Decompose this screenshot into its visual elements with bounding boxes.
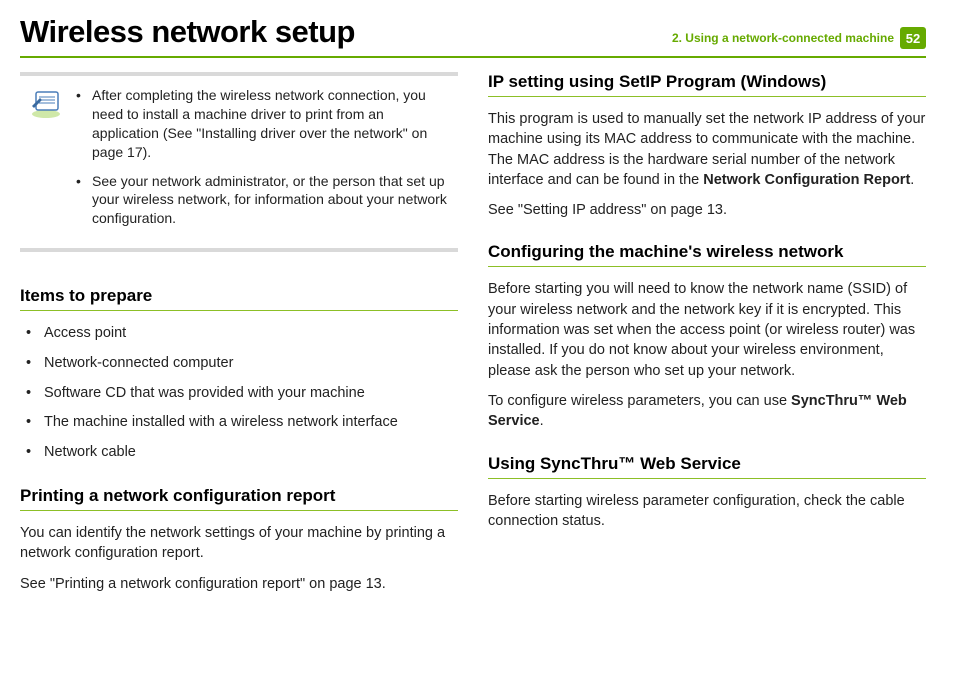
- ip-heading: IP setting using SetIP Program (Windows): [488, 72, 926, 97]
- body-text: See "Printing a network configuration re…: [20, 574, 458, 594]
- note-item: After completing the wireless network co…: [76, 86, 450, 162]
- bold-text: Network Configuration Report: [703, 172, 910, 188]
- print-heading: Printing a network configuration report: [20, 486, 458, 511]
- note-icon: [26, 86, 66, 238]
- document-page: Wireless network setup 2. Using a networ…: [0, 0, 954, 624]
- body-text: Before starting you will need to know th…: [488, 279, 926, 380]
- items-list: Access point Network-connected computer …: [26, 323, 458, 464]
- note-box: After completing the wireless network co…: [20, 72, 458, 252]
- list-item: Network-connected computer: [26, 353, 458, 375]
- ip-section: IP setting using SetIP Program (Windows)…: [488, 72, 926, 220]
- body-text: To configure wireless parameters, you ca…: [488, 391, 926, 432]
- items-heading: Items to prepare: [20, 286, 458, 311]
- body-text: This program is used to manually set the…: [488, 109, 926, 190]
- body-text: Before starting wireless parameter confi…: [488, 491, 926, 532]
- note-list: After completing the wireless network co…: [76, 86, 450, 238]
- page-number-badge: 52: [900, 27, 926, 49]
- syncthru-section: Using SyncThru™ Web Service Before start…: [488, 454, 926, 532]
- header-right: 2. Using a network-connected machine 52: [672, 27, 926, 49]
- list-item: Access point: [26, 323, 458, 345]
- list-item: Software CD that was provided with your …: [26, 383, 458, 405]
- list-item: The machine installed with a wireless ne…: [26, 412, 458, 434]
- right-column: IP setting using SetIP Program (Windows)…: [488, 72, 926, 604]
- configure-section: Configuring the machine's wireless netwo…: [488, 242, 926, 431]
- text-run: .: [910, 172, 914, 188]
- syncthru-heading: Using SyncThru™ Web Service: [488, 454, 926, 479]
- page-title: Wireless network setup: [20, 14, 355, 50]
- configure-heading: Configuring the machine's wireless netwo…: [488, 242, 926, 267]
- text-run: To configure wireless parameters, you ca…: [488, 393, 791, 409]
- note-item: See your network administrator, or the p…: [76, 172, 450, 229]
- left-column: After completing the wireless network co…: [20, 72, 458, 604]
- list-item: Network cable: [26, 442, 458, 464]
- chapter-label: 2. Using a network-connected machine: [672, 31, 894, 45]
- body-text: You can identify the network settings of…: [20, 523, 458, 564]
- content-columns: After completing the wireless network co…: [20, 72, 926, 604]
- body-text: See "Setting IP address" on page 13.: [488, 200, 926, 220]
- text-run: .: [540, 413, 544, 429]
- page-header: Wireless network setup 2. Using a networ…: [20, 14, 926, 58]
